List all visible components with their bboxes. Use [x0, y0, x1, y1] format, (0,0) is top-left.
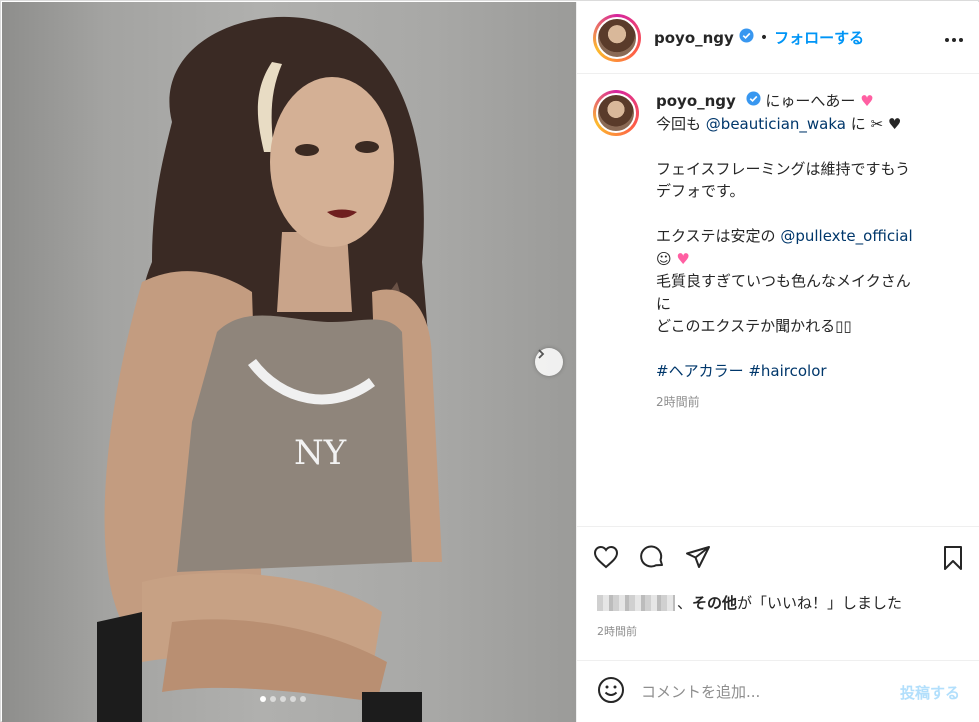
follow-button[interactable]: フォローする	[774, 27, 864, 48]
caption-line6: 毛質良すぎていつも色んなメイクさん	[656, 272, 911, 291]
emoji-smile-icon[interactable]	[597, 676, 625, 708]
caption-avatar[interactable]	[593, 90, 639, 136]
carousel-dot	[270, 696, 276, 702]
caption-line2-suffix: に	[850, 114, 866, 133]
post-side-panel: poyo_ngy • フォローする poyo_ngy にゅーへあー ♥ 今回も …	[576, 2, 979, 722]
mention-link[interactable]: @pullexte_official	[780, 227, 912, 245]
post-photo[interactable]: NY	[2, 2, 576, 722]
verified-badge-icon	[739, 28, 754, 47]
hashtag-link[interactable]: #ヘアカラー	[656, 362, 744, 380]
svg-text:NY: NY	[294, 433, 347, 473]
bookmark-icon[interactable]	[942, 545, 964, 575]
heart-icon: ♥	[887, 114, 902, 133]
carousel-next-button[interactable]	[535, 348, 563, 376]
likes-text: が「いいね！」しました	[737, 594, 903, 612]
caption-username[interactable]: poyo_ngy	[656, 92, 736, 110]
likes-others-link[interactable]: その他	[692, 592, 737, 613]
comment-bar: 投稿する	[577, 660, 979, 722]
caption-line3: フェイスフレーミングは維持ですもう	[656, 159, 911, 178]
action-bar	[577, 526, 979, 586]
like-heart-icon[interactable]	[593, 545, 619, 569]
mention-link[interactable]: @beautician_waka	[706, 115, 846, 133]
profile-avatar[interactable]	[593, 13, 641, 62]
share-send-icon[interactable]	[685, 545, 711, 569]
verified-badge-icon	[746, 90, 761, 113]
caption-line7: に	[656, 294, 672, 313]
carousel-dot	[300, 696, 306, 702]
likes-summary: 、 その他 が「いいね！」しました	[597, 592, 902, 613]
post-header: poyo_ngy • フォローする	[577, 2, 979, 74]
post-date: 2時間前	[597, 625, 637, 638]
caption-line4: デフォです。	[656, 182, 745, 201]
comment-icon[interactable]	[639, 544, 665, 570]
comment-input[interactable]	[641, 682, 881, 701]
more-options-icon[interactable]	[944, 28, 964, 47]
person-emoji-icon: ☺	[656, 249, 672, 268]
carousel-dot	[280, 696, 286, 702]
hashtag-link[interactable]: #haircolor	[748, 362, 826, 380]
header-username[interactable]: poyo_ngy	[654, 29, 734, 47]
chevron-right-icon	[538, 349, 545, 359]
caption-line1: にゅーへあー	[765, 92, 856, 110]
instagram-post-window: NY poyo_ngy • フォローする poyo_ngy にゅーへあー ♥ 今…	[0, 0, 979, 722]
post-comment-button[interactable]: 投稿する	[900, 682, 960, 703]
carousel-dot-active	[260, 696, 266, 702]
caption-line5-prefix: エクステは安定の	[656, 227, 776, 246]
carousel-dots	[260, 696, 306, 702]
hairdresser-icon: ✂	[870, 114, 884, 133]
caption-area: poyo_ngy にゅーへあー ♥ 今回も @beautician_waka に…	[577, 74, 979, 526]
caption-text: poyo_ngy にゅーへあー ♥ 今回も @beautician_waka に…	[656, 90, 956, 413]
carousel-dot	[290, 696, 296, 702]
caption-time: 2時間前	[656, 394, 700, 409]
caption-line8: どこのエクステか聞かれる	[656, 317, 836, 336]
missing-glyph-icon: ▯▯	[835, 317, 852, 336]
caption-row: poyo_ngy にゅーへあー ♥ 今回も @beautician_waka に…	[593, 90, 964, 413]
photo-illustration: NY	[97, 16, 442, 722]
likes-comma: 、	[677, 594, 693, 612]
caption-line2-prefix: 今回も	[656, 114, 702, 133]
header-separator: •	[759, 29, 769, 46]
pink-heart-icon: ♥	[860, 92, 874, 110]
pink-heart-icon: ♥	[676, 249, 690, 268]
blurred-username	[597, 594, 675, 611]
